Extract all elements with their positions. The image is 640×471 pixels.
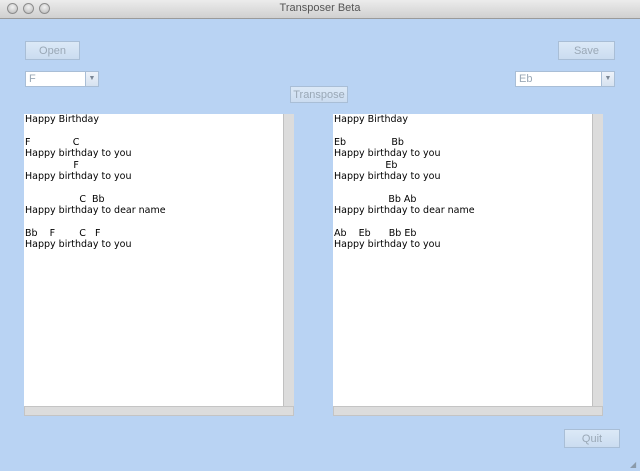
quit-button[interactable]: Quit — [564, 429, 620, 448]
source-key-value: F — [29, 73, 36, 85]
app-window: Transposer Beta Open Save F ▼ Eb ▼ Trans… — [0, 0, 640, 471]
target-horizontal-scrollbar[interactable] — [333, 406, 603, 416]
transpose-button[interactable]: Transpose — [290, 86, 348, 103]
target-text: Happy Birthday Eb Bb Happy birthday to y… — [334, 114, 475, 251]
source-key-select[interactable]: F ▼ — [25, 71, 99, 87]
save-button[interactable]: Save — [558, 41, 615, 60]
target-vertical-scrollbar[interactable] — [592, 114, 603, 406]
chevron-down-icon: ▼ — [601, 72, 614, 86]
source-horizontal-scrollbar[interactable] — [24, 406, 294, 416]
chevron-down-icon: ▼ — [85, 72, 98, 86]
source-text-area[interactable]: Happy Birthday F C Happy birthday to you… — [24, 114, 294, 406]
resize-grip-icon[interactable]: ◢ — [630, 461, 638, 469]
window-title: Transposer Beta — [279, 2, 361, 14]
title-bar: Transposer Beta — [0, 0, 640, 19]
target-key-value: Eb — [519, 73, 533, 85]
target-text-area[interactable]: Happy Birthday Eb Bb Happy birthday to y… — [333, 114, 603, 406]
target-key-select[interactable]: Eb ▼ — [515, 71, 615, 87]
source-vertical-scrollbar[interactable] — [283, 114, 294, 406]
open-button[interactable]: Open — [25, 41, 80, 60]
source-text: Happy Birthday F C Happy birthday to you… — [25, 114, 166, 251]
